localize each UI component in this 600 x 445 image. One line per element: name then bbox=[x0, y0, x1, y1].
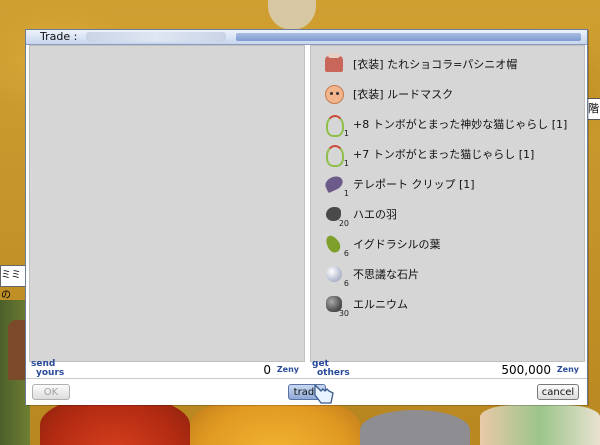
titlebar-gradient bbox=[236, 33, 581, 41]
ok-button[interactable]: OK bbox=[32, 384, 70, 400]
trade-item[interactable]: 20 ハエの羽 bbox=[323, 199, 567, 229]
stone-icon: 6 bbox=[323, 263, 349, 288]
clip-icon: 1 bbox=[323, 173, 349, 198]
trade-item[interactable]: 6 イグドラシルの葉 bbox=[323, 229, 567, 259]
get-others-label: get others bbox=[312, 360, 350, 378]
wand-icon: 1 bbox=[323, 113, 349, 138]
trade-item[interactable]: 1 テレポート クリップ [1] bbox=[323, 169, 567, 199]
trade-item[interactable]: 1 +8 トンボがとまった神妙な猫じゃらし [1] bbox=[323, 109, 567, 139]
item-name: テレポート クリップ [1] bbox=[353, 178, 475, 191]
trade-item[interactable]: 30 エルニウム bbox=[323, 289, 567, 319]
partner-name-redacted bbox=[86, 32, 226, 42]
trade-item[interactable]: [衣装] たれショコラ=パシニオ帽 bbox=[323, 49, 567, 79]
other-items-panel[interactable]: [衣装] たれショコラ=パシニオ帽 [衣装] ルードマスク 1 +8 トンボがとまった… bbox=[310, 45, 585, 372]
item-name: イグドラシルの葉 bbox=[353, 238, 441, 251]
window-title: Trade : bbox=[40, 30, 78, 43]
other-zeny-amount: 500,000 bbox=[501, 363, 551, 377]
item-quantity: 1 bbox=[343, 189, 349, 198]
item-quantity: 1 bbox=[343, 129, 349, 138]
crystals bbox=[480, 405, 600, 445]
yours-label: yours bbox=[36, 368, 65, 378]
leaf-icon: 6 bbox=[323, 233, 349, 258]
ore-icon: 30 bbox=[323, 293, 349, 318]
trade-window: Trade : [衣装] たれショコラ=パシニオ帽 [衣装] ルードマスク 1 +8 … bbox=[25, 29, 588, 405]
trade-item[interactable]: 1 +7 トンボがとまった猫じゃらし [1] bbox=[323, 139, 567, 169]
other-zeny-unit: Zeny bbox=[556, 365, 579, 374]
mask-icon bbox=[323, 83, 345, 105]
item-quantity: 6 bbox=[343, 249, 349, 258]
item-quantity: 30 bbox=[338, 309, 349, 318]
item-name: [衣装] ルードマスク bbox=[353, 88, 454, 101]
item-name: ハエの羽 bbox=[353, 208, 397, 221]
trade-titlebar[interactable]: Trade : bbox=[26, 30, 587, 45]
item-name: 不思議な石片 bbox=[353, 268, 419, 281]
item-quantity: 20 bbox=[338, 219, 349, 228]
item-quantity: 6 bbox=[343, 279, 349, 288]
my-items-panel[interactable] bbox=[29, 45, 305, 372]
hand-cursor-icon bbox=[314, 384, 334, 404]
wand-icon: 1 bbox=[323, 143, 349, 168]
item-name: [衣装] たれショコラ=パシニオ帽 bbox=[353, 58, 518, 71]
my-zeny-unit: Zeny bbox=[276, 365, 299, 374]
trade-footer: OK trade cancel bbox=[26, 378, 587, 405]
my-zeny-amount: 0 bbox=[263, 363, 271, 377]
item-quantity: 1 bbox=[343, 159, 349, 168]
send-yours-label: send yours bbox=[31, 360, 64, 378]
other-items-list: [衣装] たれショコラ=パシニオ帽 [衣装] ルードマスク 1 +8 トンボがとまった… bbox=[323, 49, 567, 319]
item-name: エルニウム bbox=[353, 298, 408, 311]
other-zeny-bar: get others 500,000 Zeny bbox=[310, 360, 585, 378]
rock bbox=[360, 410, 470, 445]
trade-item[interactable]: [衣装] ルードマスク bbox=[323, 79, 567, 109]
others-label: others bbox=[317, 368, 350, 378]
cat-hat-icon bbox=[323, 53, 345, 75]
trade-item[interactable]: 6 不思議な石片 bbox=[323, 259, 567, 289]
item-name: +8 トンボがとまった神妙な猫じゃらし [1] bbox=[353, 118, 568, 131]
my-zeny-bar[interactable]: send yours 0 Zeny bbox=[29, 360, 305, 378]
item-name: +7 トンボがとまった猫じゃらし [1] bbox=[353, 148, 535, 161]
fly-wing-icon: 20 bbox=[323, 203, 349, 228]
cancel-button[interactable]: cancel bbox=[537, 384, 579, 400]
